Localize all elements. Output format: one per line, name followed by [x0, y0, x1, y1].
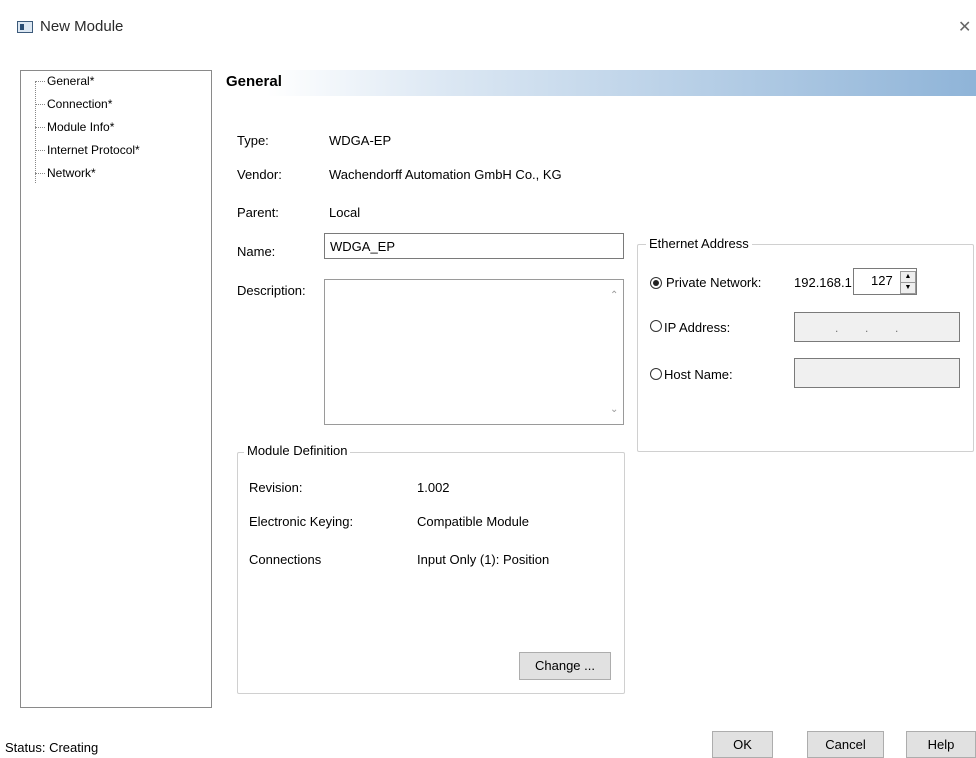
connections-value: Input Only (1): Position — [417, 552, 550, 567]
window-title: New Module — [40, 18, 124, 35]
revision-value: 1.002 — [417, 480, 450, 495]
vendor-label: Vendor: — [237, 167, 282, 182]
tree-item-network[interactable]: Network* — [47, 166, 96, 180]
cancel-button[interactable]: Cancel — [807, 731, 884, 758]
ip-address-radio[interactable] — [650, 320, 662, 332]
electronic-keying-value: Compatible Module — [417, 514, 530, 529]
tree-connector — [35, 127, 45, 128]
tree-item-connection[interactable]: Connection* — [47, 97, 112, 111]
section-header — [222, 70, 976, 96]
tree-connector — [35, 81, 45, 82]
revision-label: Revision: — [249, 480, 303, 495]
help-button[interactable]: Help — [906, 731, 976, 758]
host-name-radio[interactable] — [650, 368, 662, 380]
ok-button[interactable]: OK — [712, 731, 773, 758]
private-network-octet-stepper[interactable]: 127 ▲ ▼ — [853, 268, 917, 295]
module-definition-title: Module Definition — [244, 443, 351, 458]
tree-connector — [35, 173, 45, 174]
tree-item-internet-protocol[interactable]: Internet Protocol* — [47, 143, 140, 157]
category-tree: General* Connection* Module Info* Intern… — [20, 70, 212, 708]
close-icon[interactable]: ✕ — [958, 17, 971, 37]
description-label: Description: — [237, 283, 306, 298]
host-name-label: Host Name: — [664, 367, 733, 382]
section-title: General — [226, 73, 282, 90]
parent-label: Parent: — [237, 205, 279, 220]
private-network-prefix: 192.168.1. — [794, 275, 856, 290]
change-button[interactable]: Change ... — [519, 652, 611, 680]
scroll-down-icon[interactable]: ⌄ — [610, 404, 618, 415]
tree-connector — [35, 104, 45, 105]
ip-address-field[interactable]: . . . — [794, 312, 960, 342]
vendor-value: Wachendorff Automation GmbH Co., KG — [329, 167, 562, 182]
parent-value: Local — [329, 205, 361, 220]
tree-item-module-info[interactable]: Module Info* — [47, 120, 114, 134]
electronic-keying-label: Electronic Keying: — [249, 514, 354, 529]
name-label: Name: — [237, 244, 276, 259]
name-field[interactable]: WDGA_EP — [324, 233, 624, 259]
tree-connector — [35, 81, 36, 183]
scroll-up-icon[interactable]: ⌃ — [610, 290, 618, 301]
app-icon — [17, 21, 33, 33]
connections-label: Connections — [249, 552, 322, 567]
private-network-label: Private Network: — [666, 275, 762, 290]
status-text: Status: Creating — [5, 740, 99, 755]
ip-address-placeholder: . . . — [835, 321, 899, 335]
type-label: Type: — [237, 133, 269, 148]
ethernet-address-title: Ethernet Address — [646, 236, 752, 251]
host-name-field[interactable] — [794, 358, 960, 388]
description-textarea[interactable]: ⌃ ⌄ — [324, 279, 624, 425]
private-network-radio[interactable] — [650, 277, 662, 289]
private-network-octet-value: 127 — [871, 273, 893, 288]
tree-connector — [35, 150, 45, 151]
type-value: WDGA-EP — [329, 133, 392, 148]
ip-address-label: IP Address: — [664, 320, 731, 335]
spin-down-icon[interactable]: ▼ — [900, 282, 916, 294]
name-field-value: WDGA_EP — [330, 239, 396, 254]
tree-item-general[interactable]: General* — [47, 74, 94, 88]
